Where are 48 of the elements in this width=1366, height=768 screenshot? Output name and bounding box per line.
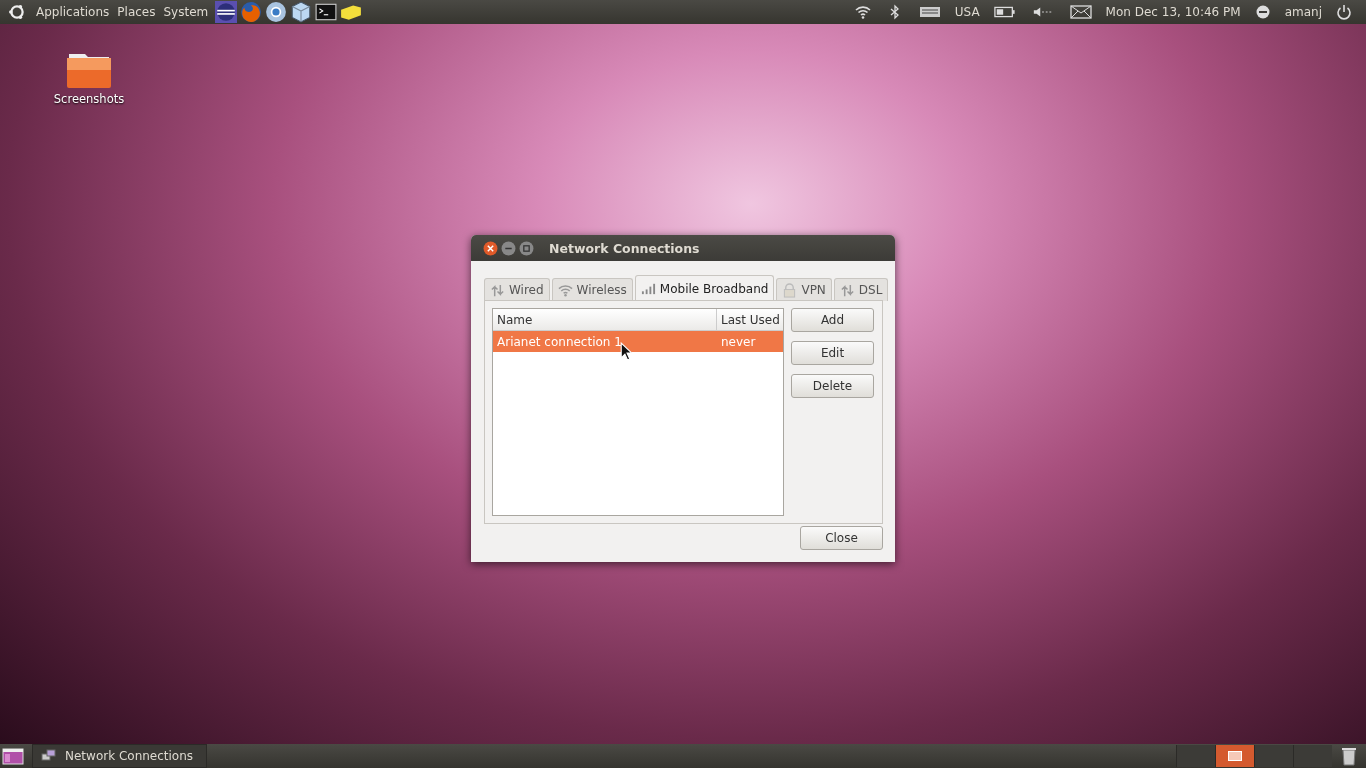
tab[interactable]: Wired (484, 278, 550, 301)
ubuntu-logo-icon[interactable] (8, 3, 26, 21)
keyboard-layout[interactable]: USA (954, 5, 980, 19)
network-icon (41, 748, 57, 764)
trash-icon[interactable] (1340, 746, 1358, 766)
power-icon[interactable] (1336, 4, 1352, 20)
panel-menu[interactable]: Places (113, 5, 160, 19)
keyboard-icon[interactable] (918, 5, 941, 19)
tab[interactable]: VPN (776, 278, 832, 301)
folder-icon[interactable] (65, 52, 113, 88)
arrows-icon (490, 282, 505, 298)
action-button[interactable]: Add (791, 308, 874, 332)
user-name[interactable]: amanj (1284, 5, 1322, 19)
eclipse-icon[interactable] (215, 1, 238, 23)
chromium-icon[interactable] (265, 1, 288, 23)
close-icon[interactable] (483, 240, 498, 256)
volume-icon[interactable] (1031, 5, 1054, 19)
battery-icon[interactable] (993, 5, 1016, 19)
panel-menu[interactable]: Applications (32, 5, 114, 19)
mouse-pointer-icon (620, 342, 633, 361)
window-title: Network Connections (549, 240, 700, 256)
lock-icon (782, 282, 798, 298)
action-button[interactable]: Edit (791, 341, 874, 365)
chat-status-icon[interactable] (1254, 4, 1271, 20)
workspace[interactable] (1215, 745, 1254, 767)
terminal-icon[interactable] (315, 1, 338, 23)
table-cell-text: Arianet connection 1 (496, 334, 623, 349)
cube-icon[interactable] (290, 1, 313, 23)
column-header[interactable]: Last Used (717, 309, 783, 330)
signal-bars-icon (640, 281, 656, 296)
panel-menu[interactable]: System (159, 5, 213, 19)
show-desktop-icon[interactable] (2, 747, 24, 765)
tab[interactable]: DSL (833, 278, 889, 301)
close-button[interactable]: Close (800, 526, 883, 550)
envelope-icon[interactable] (1069, 5, 1092, 19)
action-button[interactable]: Delete (791, 374, 874, 398)
firefox-icon[interactable] (240, 1, 263, 23)
tab[interactable]: Wireless (551, 278, 633, 301)
table-cell-text: never (720, 334, 757, 349)
column-header[interactable]: Name (493, 309, 717, 330)
wifi-icon[interactable] (854, 4, 871, 20)
maximize-icon[interactable] (519, 240, 534, 256)
tab[interactable]: Mobile Broadband (634, 275, 775, 301)
clock[interactable]: Mon Dec 13, 10:46 PM (1105, 5, 1241, 19)
wifi-icon (557, 282, 573, 298)
folder-label[interactable]: Screenshots (53, 92, 125, 106)
arrows-icon (839, 282, 855, 298)
taskbar-button[interactable]: Network Connections (32, 744, 207, 768)
